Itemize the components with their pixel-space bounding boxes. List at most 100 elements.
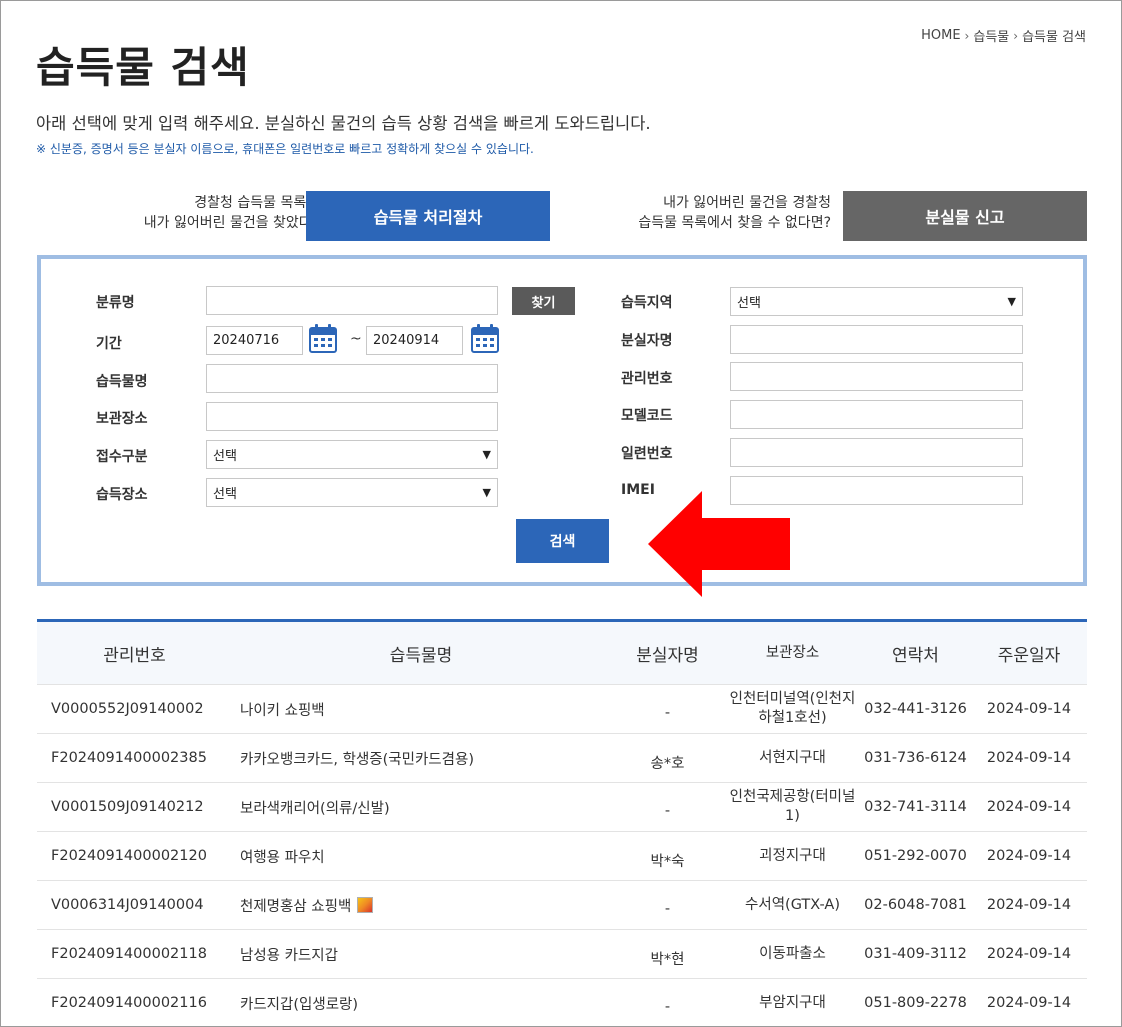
cell-found-date: 2024-09-14 [986,799,1072,815]
owner-name-label: 분실자명 [621,333,673,349]
cell-item-name[interactable]: 보라색캐리어(의류/신발) [232,797,610,818]
chevron-down-icon: ▼ [1007,295,1016,308]
cta-row: 경찰청 습득물 목록에서 내가 잃어버린 물건을 찾았다면? 습득물 처리절차 … [36,191,1087,242]
cell-item-name[interactable]: 나이키 쇼핑백 [232,699,610,720]
calendar-icon[interactable] [471,323,499,353]
storage-label: 보관장소 [96,411,148,427]
cell-found-date: 2024-09-14 [986,750,1072,766]
model-code-label: 모델코드 [621,408,673,424]
cell-mgmt-no: V0006314J09140004 [51,897,204,913]
found-place-selected: 선택 [213,487,237,502]
date-to-input[interactable]: 20240914 [366,326,463,355]
cta-left-text-line2: 내가 잃어버린 물건을 찾았다면? [143,215,332,231]
date-from-input[interactable]: 20240716 [206,326,303,355]
cell-mgmt-no: V0001509J09140212 [51,799,204,815]
breadcrumb-found-items[interactable]: 습득물 [973,26,1009,45]
region-selected: 선택 [737,296,761,311]
cell-mgmt-no: F2024091400002385 [51,750,207,766]
cell-storage: 서현지구대 [759,749,826,766]
cell-storage: 부암지구대 [759,994,826,1011]
table-row[interactable]: F2024091400002385 카카오뱅크카드, 학생증(국민카드겸용) 송… [37,733,1087,782]
cta-left-text: 경찰청 습득물 목록에서 내가 잃어버린 물건을 찾았다면? [72,193,332,233]
cell-item-name[interactable]: 여행용 파우치 [232,846,610,867]
cell-contact: 032-441-3126 [864,701,967,717]
cell-found-date: 2024-09-14 [986,995,1072,1011]
item-name-link[interactable]: 나이키 쇼핑백 [240,699,325,720]
chevron-down-icon: ▼ [482,486,491,499]
breadcrumb-home[interactable]: HOME [921,28,960,43]
process-procedure-button[interactable]: 습득물 처리절차 [306,191,550,241]
serial-input[interactable] [730,438,1023,467]
cell-owner: 송*호 [650,755,685,772]
chevron-right-icon: › [964,28,970,43]
cell-found-date: 2024-09-14 [986,897,1072,913]
cell-storage: 이동파출소 [759,945,826,962]
category-input[interactable] [206,286,498,315]
table-header: 관리번호 습득물명 분실자명 보관장소 연락처 주운일자 [37,622,1087,684]
table-row[interactable]: F2024091400002120 여행용 파우치 박*숙 괴정지구대 051-… [37,831,1087,880]
item-name-link[interactable]: 남성용 카드지갑 [240,944,338,965]
table-row[interactable]: F2024091400002118 남성용 카드지갑 박*현 이동파출소 031… [37,929,1087,978]
page-description: 아래 선택에 맞게 입력 해주세요. 분실하신 물건의 습득 상황 검색을 빠르… [36,114,651,133]
cell-owner: - [664,999,671,1015]
cell-storage: 인천국제공항(터미널1) [729,789,856,824]
cell-storage: 괴정지구대 [759,847,826,864]
table-row[interactable]: V0000552J09140002 나이키 쇼핑백 - 인천터미널역(인천지하철… [37,684,1087,733]
found-place-label: 습득장소 [96,487,148,503]
model-code-input[interactable] [730,400,1023,429]
find-category-button[interactable]: 찾기 [512,287,575,315]
receipt-type-selected: 선택 [213,449,237,464]
mgmt-no-input[interactable] [730,362,1023,391]
region-label: 습득지역 [621,295,673,311]
header-item-name: 습득물명 [389,645,453,666]
header-storage: 보관장소 [765,644,820,661]
cell-item-name[interactable]: 남성용 카드지갑 [232,944,610,965]
storage-input[interactable] [206,402,498,431]
breadcrumb: HOME › 습득물 › 습득물 검색 [921,26,1086,45]
region-select[interactable]: 선택 ▼ [730,287,1023,316]
header-contact: 연락처 [892,645,939,666]
item-name-link[interactable]: 여행용 파우치 [240,846,325,867]
cell-owner: - [664,901,671,917]
period-label: 기간 [96,336,122,352]
cell-owner: 박*현 [650,951,685,968]
cell-contact: 02-6048-7081 [864,897,967,913]
cell-contact: 051-292-0070 [864,848,967,864]
cell-mgmt-no: V0000552J09140002 [51,701,204,717]
search-button[interactable]: 검색 [516,519,609,563]
report-lost-button[interactable]: 분실물 신고 [843,191,1087,241]
cell-item-name[interactable]: 카드지갑(입생로랑) [232,993,610,1014]
cell-contact: 051-809-2278 [864,995,967,1011]
cell-storage: 수서역(GTX-A) [745,896,840,913]
cta-right-text-line2: 습득물 목록에서 찾을 수 없다면? [638,215,831,231]
table-row[interactable]: V0006314J09140004 천제명홍삼 쇼핑백 - 수서역(GTX-A)… [37,880,1087,929]
cell-item-name[interactable]: 카카오뱅크카드, 학생증(국민카드겸용) [232,748,610,769]
item-name-link[interactable]: 카카오뱅크카드, 학생증(국민카드겸용) [240,748,474,769]
cta-right-text-line1: 내가 잃어버린 물건을 경찰청 [663,195,831,211]
owner-name-input[interactable] [730,325,1023,354]
item-name-link[interactable]: 카드지갑(입생로랑) [240,993,358,1014]
cell-storage: 인천터미널역(인천지하철1호선) [729,691,856,726]
cta-left-text-line1: 경찰청 습득물 목록에서 [194,195,332,211]
cell-owner: - [664,803,671,819]
table-row[interactable]: V0001509J09140212 보라색캐리어(의류/신발) - 인천국제공항… [37,782,1087,831]
red-arrow-annotation [648,491,790,597]
item-name-input[interactable] [206,364,498,393]
header-mgmt-no: 관리번호 [103,645,166,666]
cell-mgmt-no: F2024091400002118 [51,946,207,962]
cell-contact: 032-741-3114 [864,799,967,815]
chevron-down-icon: ▼ [482,448,491,461]
cell-owner: - [664,705,671,721]
calendar-icon[interactable] [309,323,337,353]
header-found-date: 주운일자 [997,645,1061,666]
cell-item-name[interactable]: 천제명홍삼 쇼핑백 [232,895,610,916]
breadcrumb-current: 습득물 검색 [1022,30,1086,45]
cell-mgmt-no: F2024091400002116 [51,995,207,1011]
receipt-type-select[interactable]: 선택 ▼ [206,440,498,469]
photo-icon [357,897,374,913]
item-name-link[interactable]: 천제명홍삼 쇼핑백 [240,895,351,916]
cell-found-date: 2024-09-14 [986,701,1072,717]
found-place-select[interactable]: 선택 ▼ [206,478,498,507]
item-name-link[interactable]: 보라색캐리어(의류/신발) [240,797,390,818]
table-row[interactable]: F2024091400002116 카드지갑(입생로랑) - 부암지구대 051… [37,978,1087,1027]
